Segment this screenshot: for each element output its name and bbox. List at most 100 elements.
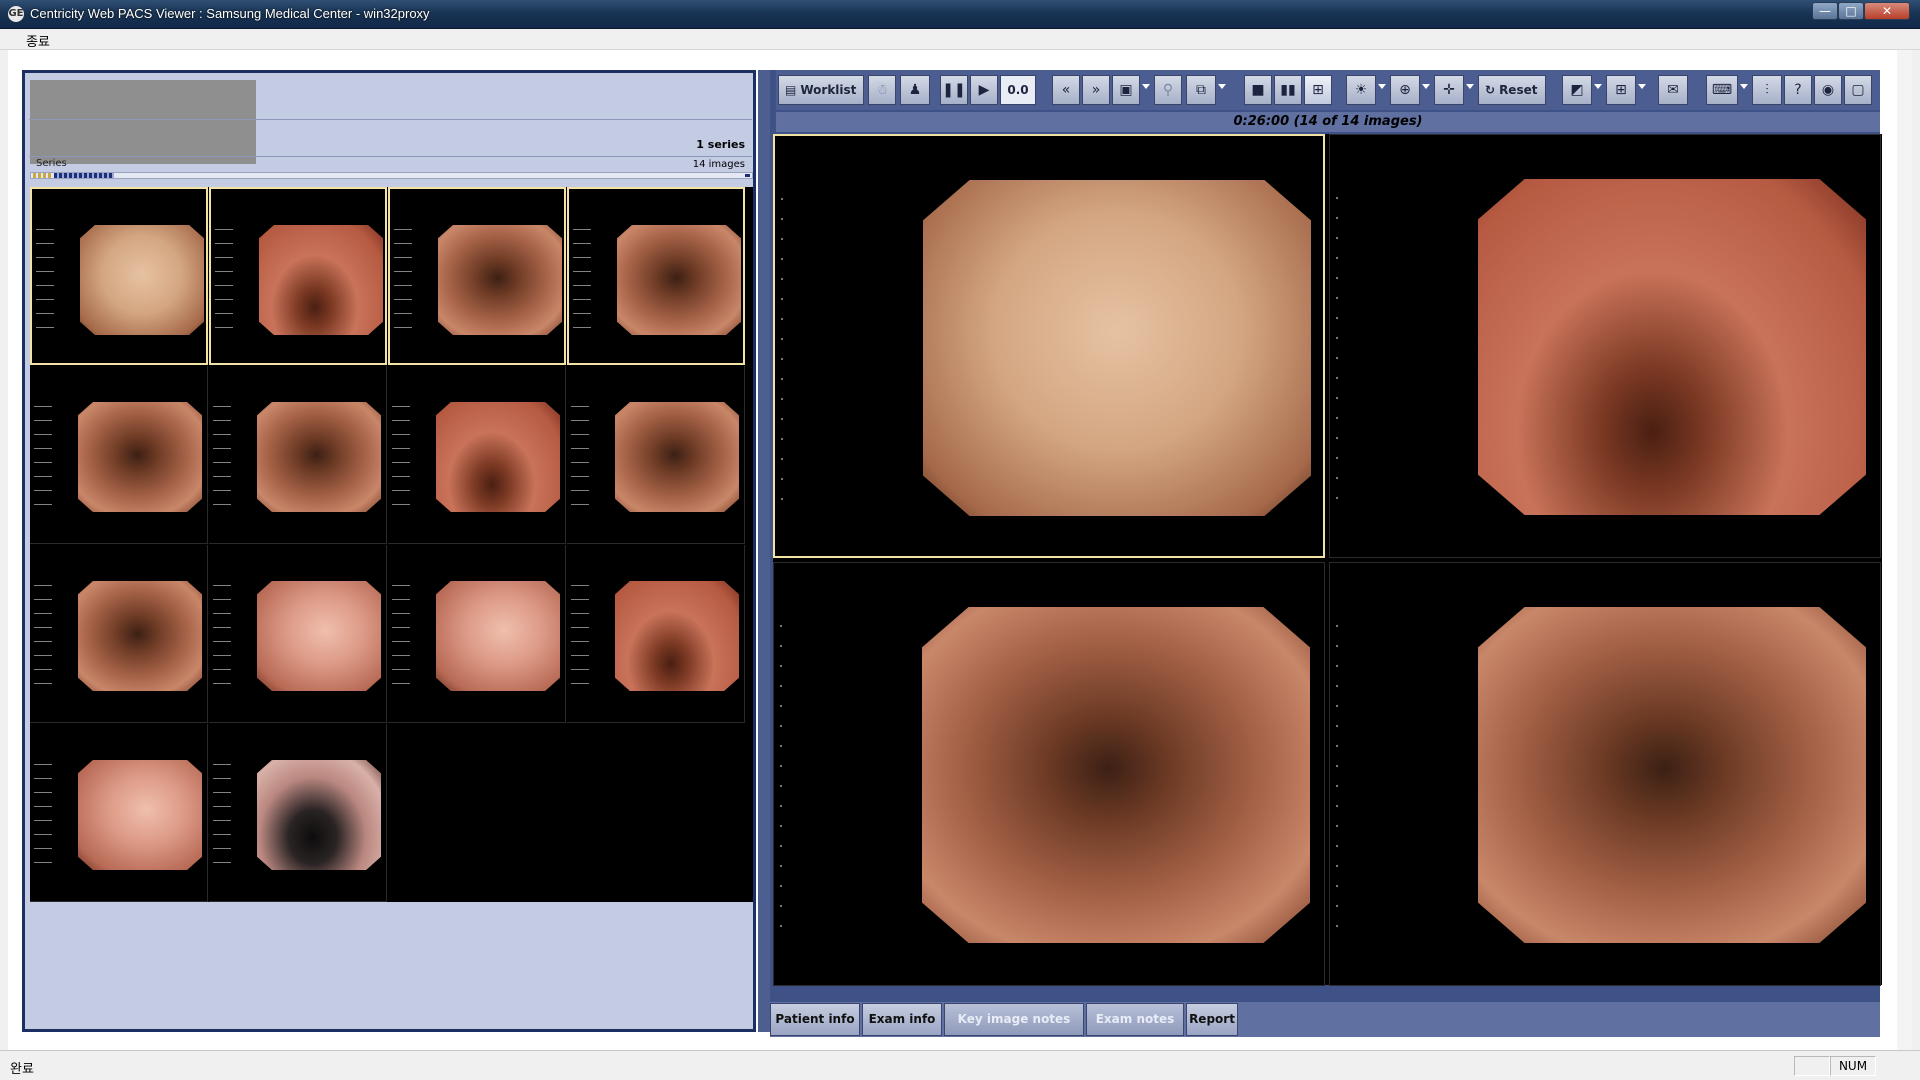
- film-dropdown[interactable]: [1218, 84, 1226, 89]
- invert-button[interactable]: ◩: [1562, 75, 1592, 105]
- pan-dropdown[interactable]: [1466, 84, 1474, 89]
- layout-2x2-button[interactable]: ⊞: [1304, 75, 1332, 105]
- scroll-strip-marker: [33, 173, 51, 178]
- thumbnail[interactable]: [567, 366, 745, 544]
- fullscreen-icon: ▢: [1851, 82, 1865, 98]
- image-count: 14 images: [692, 159, 745, 170]
- stack-button[interactable]: ▣: [1112, 75, 1140, 105]
- endoscopy-image: [257, 760, 381, 870]
- pin-button[interactable]: ⚲: [1154, 75, 1182, 105]
- play-button[interactable]: ▶: [970, 75, 998, 105]
- divider: [29, 156, 752, 157]
- panel-splitter[interactable]: [758, 70, 770, 1032]
- tile-dropdown[interactable]: [1638, 84, 1646, 89]
- info-tabs: Patient info Exam info Key image notes Exam…: [770, 1002, 1880, 1037]
- ge-logo-button[interactable]: ◉: [1814, 75, 1842, 105]
- thumbnail[interactable]: [30, 187, 208, 365]
- overlay-text-column: [573, 223, 591, 341]
- window-title: Centricity Web PACS Viewer : Samsung Med…: [30, 6, 430, 21]
- maximize-button[interactable]: □: [1838, 2, 1864, 20]
- double-left-icon: «: [1061, 82, 1071, 98]
- worklist-button[interactable]: ▤ Worklist: [778, 75, 864, 105]
- zoom-dropdown[interactable]: [1422, 84, 1430, 89]
- tab-exam-notes[interactable]: Exam notes: [1086, 1003, 1184, 1036]
- endoscopy-image: [1478, 607, 1866, 943]
- thumbnail[interactable]: [209, 545, 387, 723]
- status-bar: 완료 NUM: [0, 1050, 1920, 1080]
- status-text: 완료: [10, 1062, 34, 1077]
- window-level-button[interactable]: ☀: [1346, 75, 1376, 105]
- tab-patient-info[interactable]: Patient info: [770, 1003, 860, 1036]
- tab-exam-info[interactable]: Exam info: [862, 1003, 942, 1036]
- overlay-text-column: [571, 579, 589, 697]
- viewport-grid: [773, 134, 1882, 986]
- previous-button[interactable]: «: [1052, 75, 1080, 105]
- tile-button[interactable]: ⊞: [1606, 75, 1636, 105]
- thumbnail[interactable]: [30, 545, 208, 723]
- play-icon: ▶: [978, 82, 990, 98]
- email-button[interactable]: ✉: [1658, 75, 1688, 105]
- keyboard-button[interactable]: ⌨: [1706, 75, 1738, 105]
- endoscopy-image: [257, 402, 381, 512]
- window-level-dropdown[interactable]: [1378, 84, 1386, 89]
- viewer-panel: ▤ Worklist ☃ ♟ ❚❚ ▶ 0.0 « » ▣ ⚲ ⧉ ■ ▮▮ ⊞ …: [770, 70, 1882, 1037]
- keyboard-dropdown[interactable]: [1740, 84, 1748, 89]
- invert-dropdown[interactable]: [1594, 84, 1602, 89]
- viewer-status: 0:26:00 (14 of 14 images): [776, 112, 1880, 132]
- viewport[interactable]: [1329, 562, 1881, 986]
- endoscopy-image: [617, 225, 741, 335]
- thumbnail[interactable]: [388, 187, 566, 365]
- close-button[interactable]: ✕: [1864, 2, 1910, 20]
- viewport[interactable]: [773, 562, 1325, 986]
- worklist-icon: ▤: [785, 83, 797, 97]
- thumbnail[interactable]: [209, 724, 387, 902]
- viewport[interactable]: [773, 134, 1325, 558]
- cine-speed-field[interactable]: 0.0: [1000, 75, 1036, 105]
- layout-1x2-button[interactable]: ▮▮: [1274, 75, 1302, 105]
- film-button[interactable]: ⧉: [1186, 75, 1216, 105]
- pause-button[interactable]: ❚❚: [940, 75, 968, 105]
- physician-button[interactable]: ♟: [900, 75, 930, 105]
- next-button[interactable]: »: [1082, 75, 1110, 105]
- stack-dropdown[interactable]: [1142, 84, 1150, 89]
- patient-icon-button[interactable]: ☃: [868, 75, 896, 105]
- zoom-button[interactable]: ⊕: [1390, 75, 1420, 105]
- endoscopy-image: [259, 225, 383, 335]
- series-label: Series: [36, 158, 67, 169]
- thumbnail[interactable]: [567, 187, 745, 365]
- help-button[interactable]: ?: [1784, 75, 1812, 105]
- thumbnail[interactable]: [388, 366, 566, 544]
- pan-button[interactable]: ✛: [1434, 75, 1464, 105]
- thumbnail[interactable]: [30, 366, 208, 544]
- monitor-icon: ◩: [1570, 82, 1584, 98]
- layout-1x1-button[interactable]: ■: [1244, 75, 1272, 105]
- thumbnail[interactable]: [209, 366, 387, 544]
- double-right-icon: »: [1091, 82, 1101, 98]
- thumbnail[interactable]: [30, 724, 208, 902]
- thumbnail[interactable]: [567, 545, 745, 723]
- envelope-icon: ✉: [1667, 82, 1679, 98]
- tab-key-image-notes[interactable]: Key image notes: [944, 1003, 1084, 1036]
- scroll-strip-thumb[interactable]: [54, 173, 114, 178]
- patient-info-redacted: [30, 80, 256, 164]
- series-scroll-strip[interactable]: [30, 172, 753, 179]
- num-lock-indicator: NUM: [1830, 1056, 1876, 1076]
- menu-item-exit[interactable]: 종료: [26, 31, 50, 50]
- thumbnail[interactable]: [388, 545, 566, 723]
- viewport[interactable]: [1329, 134, 1881, 558]
- sliders-icon: ⫶: [1765, 82, 1769, 98]
- tab-report[interactable]: Report: [1186, 1003, 1238, 1036]
- reset-label: Reset: [1499, 83, 1538, 97]
- thumbnail[interactable]: [209, 187, 387, 365]
- fullscreen-button[interactable]: ▢: [1844, 75, 1872, 105]
- settings-button[interactable]: ⫶: [1752, 75, 1782, 105]
- vertical-scrollbar[interactable]: [1897, 50, 1912, 1050]
- app-icon: GE: [8, 6, 24, 22]
- minimize-button[interactable]: —: [1812, 2, 1838, 20]
- overlay-text-column: [392, 579, 410, 697]
- endoscopy-image: [436, 402, 560, 512]
- menu-bar: 종료: [0, 29, 1920, 50]
- reset-button[interactable]: ↻ Reset: [1478, 75, 1546, 105]
- overlay-text-column: [34, 579, 52, 697]
- endoscopy-image: [922, 607, 1310, 943]
